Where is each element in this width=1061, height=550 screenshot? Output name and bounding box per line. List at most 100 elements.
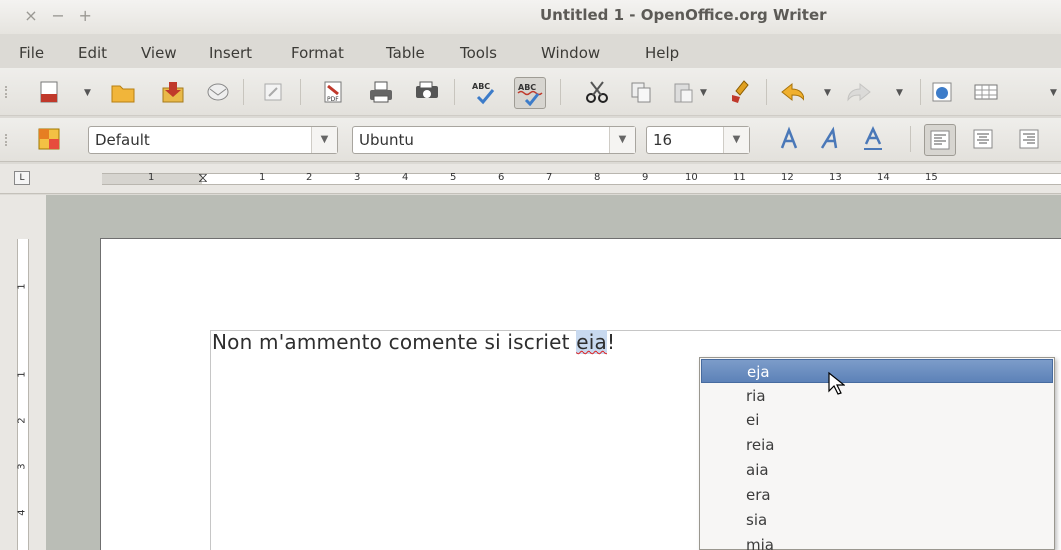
ruler-tick: 11: [733, 172, 746, 183]
svg-text:PDF: PDF: [327, 96, 339, 103]
menu-bar: File Edit View Insert Format Table Tools…: [0, 40, 1061, 66]
autospellcheck-icon[interactable]: ABC: [514, 77, 546, 109]
mouse-pointer-icon: [827, 371, 846, 399]
horizontal-ruler[interactable]: L 1 ⧖ 1 2 3 4 5 6 7 8 9 10 11 12 13 14 1…: [0, 164, 1061, 194]
paragraph-style-select[interactable]: Default ▼: [88, 126, 338, 154]
maximize-window-button[interactable]: +: [74, 6, 96, 25]
ruler-tick: 8: [594, 172, 601, 183]
menu-format[interactable]: Format: [291, 44, 344, 62]
standard-toolbar: ▼ PDF ABC ABC ▼ ▼ ▼ ▼: [0, 68, 1061, 116]
menu-table[interactable]: Table: [386, 44, 425, 62]
menu-edit[interactable]: Edit: [78, 44, 107, 62]
spelling-context-menu: eja ria ei reia aia era sia mia: [699, 357, 1055, 550]
tab-stop-type-button[interactable]: L: [14, 171, 30, 185]
suggestion-item[interactable]: aia: [701, 458, 1053, 482]
font-name-value: Ubuntu: [359, 131, 414, 149]
toolbar-separator: [300, 79, 301, 105]
menu-insert[interactable]: Insert: [209, 44, 252, 62]
edit-file-icon[interactable]: [260, 79, 286, 105]
save-icon[interactable]: [160, 79, 186, 105]
chevron-down-icon[interactable]: ▼: [723, 127, 749, 153]
menu-help[interactable]: Help: [645, 44, 679, 62]
ruler-strip[interactable]: 1 ⧖ 1 2 3 4 5 6 7 8 9 10 11 12 13 14 15: [102, 170, 1061, 186]
ruler-tick: 1: [148, 172, 155, 183]
text-before: Non m'ammento comente si iscriet: [212, 330, 577, 354]
redo-dropdown-icon[interactable]: ▼: [896, 88, 903, 98]
new-document-icon[interactable]: [36, 79, 62, 105]
svg-text:ABC: ABC: [472, 82, 490, 91]
paste-icon[interactable]: [670, 79, 696, 105]
undo-dropdown-icon[interactable]: ▼: [824, 88, 831, 98]
suggestion-item[interactable]: reia: [701, 433, 1053, 457]
chevron-down-icon[interactable]: ▼: [311, 127, 337, 153]
suggestion-item[interactable]: ria: [701, 384, 1053, 408]
chevron-down-icon[interactable]: ▼: [609, 127, 635, 153]
toolbar-separator: [910, 126, 911, 152]
suggestion-item[interactable]: ei: [701, 408, 1053, 432]
ruler-tick: 5: [450, 172, 457, 183]
table-dropdown-icon[interactable]: ▼: [1050, 88, 1057, 98]
window-controls: × − +: [20, 6, 96, 25]
menu-window[interactable]: Window: [541, 44, 600, 62]
paste-dropdown-icon[interactable]: ▼: [700, 88, 707, 98]
ruler-tick: 12: [781, 172, 794, 183]
table-icon[interactable]: [973, 79, 999, 105]
vertical-ruler-strip[interactable]: 1 1 2 3 4: [17, 239, 29, 550]
window-title: Untitled 1 - OpenOffice.org Writer: [540, 6, 827, 24]
ruler-tick: 14: [877, 172, 890, 183]
clone-formatting-icon[interactable]: [728, 79, 754, 105]
ruler-tick: 2: [306, 172, 313, 183]
underline-icon[interactable]: [860, 126, 886, 152]
close-window-button[interactable]: ×: [20, 6, 42, 25]
ruler-tick: 10: [685, 172, 698, 183]
toolbar-separator: [243, 79, 244, 105]
align-left-icon[interactable]: [924, 124, 956, 156]
font-name-select[interactable]: Ubuntu ▼: [352, 126, 636, 154]
ruler-tick: 2: [16, 417, 28, 424]
ruler-tick: 4: [402, 172, 409, 183]
ruler-tick: 4: [16, 509, 28, 516]
bold-icon[interactable]: [776, 126, 802, 152]
document-text[interactable]: Non m'ammento comente si iscriet eia!: [212, 330, 615, 354]
text-after: !: [606, 330, 616, 354]
align-right-icon[interactable]: [1016, 126, 1042, 152]
suggestion-item[interactable]: sia: [701, 508, 1053, 532]
suggestion-item[interactable]: mia: [701, 533, 1053, 550]
toolbar-separator: [454, 79, 455, 105]
paragraph-style-value: Default: [95, 131, 150, 149]
minimize-window-button[interactable]: −: [47, 6, 69, 25]
styles-formatting-icon[interactable]: [36, 126, 62, 152]
menu-tools[interactable]: Tools: [460, 44, 497, 62]
copy-icon[interactable]: [628, 79, 654, 105]
print-icon[interactable]: [368, 79, 394, 105]
title-bar: × − + Untitled 1 - OpenOffice.org Writer: [0, 0, 1061, 34]
indent-marker-icon[interactable]: ⧖: [198, 170, 208, 186]
menu-view[interactable]: View: [141, 44, 177, 62]
spellcheck-icon[interactable]: ABC: [470, 79, 496, 105]
new-dropdown-icon[interactable]: ▼: [84, 88, 91, 98]
ruler-tick: 13: [829, 172, 842, 183]
toolbar-grip[interactable]: [5, 134, 9, 146]
export-pdf-icon[interactable]: PDF: [320, 79, 346, 105]
suggestion-item[interactable]: era: [701, 483, 1053, 507]
cut-icon[interactable]: [584, 79, 610, 105]
hyperlink-icon[interactable]: [930, 79, 956, 105]
font-size-select[interactable]: 16 ▼: [646, 126, 750, 154]
ruler-tick: 9: [642, 172, 649, 183]
toolbar-grip[interactable]: [5, 86, 9, 98]
ruler-tick: 7: [546, 172, 553, 183]
ruler-tick: 15: [925, 172, 938, 183]
menu-file[interactable]: File: [19, 44, 44, 62]
svg-text:ABC: ABC: [518, 83, 536, 92]
vertical-ruler[interactable]: 1 1 2 3 4: [0, 195, 46, 550]
redo-icon[interactable]: [846, 79, 872, 105]
align-center-icon[interactable]: [970, 126, 996, 152]
print-preview-icon[interactable]: [414, 79, 440, 105]
misspelled-word[interactable]: eia: [576, 330, 607, 354]
italic-icon[interactable]: [818, 126, 844, 152]
undo-icon[interactable]: [778, 79, 804, 105]
email-icon[interactable]: [205, 79, 231, 105]
open-folder-icon[interactable]: [110, 79, 136, 105]
suggestion-item[interactable]: eja: [701, 359, 1053, 383]
ruler-tick: 1: [16, 371, 28, 378]
